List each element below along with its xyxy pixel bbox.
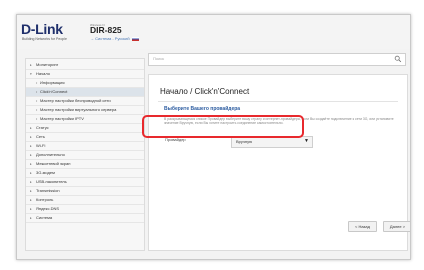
bullet-icon: • — [36, 99, 38, 103]
expand-arrow-icon: ▸ — [30, 216, 32, 220]
expand-arrow-icon: ▸ — [30, 198, 32, 202]
provider-highlight — [142, 115, 304, 138]
expand-arrow-icon: ▸ — [30, 162, 32, 166]
bullet-icon: • — [36, 90, 38, 94]
expand-arrow-icon: ▸ — [30, 153, 32, 157]
sidebar-item-click-n-connect[interactable]: • Click'n'Connect — [26, 88, 144, 97]
search-input[interactable]: Поиск — [148, 53, 406, 66]
expand-arrow-icon: ▸ — [30, 171, 32, 175]
sidebar-item-label: Мастер настройки виртуального сервера — [40, 107, 117, 112]
back-button[interactable]: < Назад — [348, 221, 377, 232]
provider-value: Вручную — [236, 139, 253, 144]
sidebar-item-label: Click'n'Connect — [40, 89, 68, 94]
expand-arrow-icon: ▸ — [30, 180, 32, 184]
sidebar-menu: ▸ Мониторинг ▾ Начало • Информация • Click'n… — [25, 58, 145, 251]
sidebar-item-transmission[interactable]: ▸ Transmission — [26, 187, 144, 196]
sidebar-item-yandex-dns[interactable]: ▸ Яндекс.DNS — [26, 205, 144, 214]
bullet-icon: • — [36, 108, 38, 112]
system-language-link[interactable]: Система - Русский — [95, 36, 130, 41]
logo-tagline: Building Networks for People — [22, 37, 67, 41]
section-title: Выберите Вашего провайдера — [164, 106, 241, 112]
title-divider — [158, 101, 398, 102]
dlink-logo: D-Link — [21, 21, 63, 37]
sidebar-item-information[interactable]: • Информация — [26, 79, 144, 88]
next-button[interactable]: Далее > — [383, 221, 410, 232]
expand-arrow-icon: ▸ — [30, 135, 32, 139]
search-placeholder: Поиск — [153, 56, 165, 61]
sidebar-item-label: Wi-Fi — [36, 143, 46, 148]
sidebar-item-label: Мастер настройки IPTV — [40, 116, 84, 121]
crumb-arrow-icon: → — [90, 36, 94, 41]
sidebar-item-label: Система — [36, 215, 53, 220]
sidebar-item-wifi[interactable]: ▸ Wi-Fi — [26, 142, 144, 151]
sidebar-item-control[interactable]: ▸ Контроль — [26, 196, 144, 205]
sidebar-item-label: Мониторинг — [36, 62, 59, 67]
search-icon[interactable] — [394, 54, 402, 64]
page-title: Начало / Click'n'Connect — [160, 87, 250, 96]
sidebar-item-monitoring[interactable]: ▸ Мониторинг — [26, 61, 144, 70]
sidebar-item-network[interactable]: ▸ Сеть — [26, 133, 144, 142]
collapse-arrow-icon: ▾ — [30, 72, 32, 76]
expand-arrow-icon: ▸ — [30, 189, 32, 193]
bullet-icon: • — [36, 117, 38, 121]
sidebar-item-usb-storage[interactable]: ▸ USB-накопитель — [26, 178, 144, 187]
sidebar-item-label: Яндекс.DNS — [36, 206, 60, 211]
sidebar-item-label: Начало — [36, 71, 50, 76]
russian-flag-icon — [131, 36, 139, 41]
sidebar-item-label: 3G-модем — [36, 170, 55, 175]
sidebar-item-start[interactable]: ▾ Начало — [26, 70, 144, 79]
sidebar-item-system[interactable]: ▸ Система — [26, 214, 144, 223]
expand-arrow-icon: ▸ — [30, 63, 32, 67]
bullet-icon: • — [36, 81, 38, 85]
sidebar-item-label: USB-накопитель — [36, 179, 67, 184]
sidebar-item-firewall[interactable]: ▸ Межсетевой экран — [26, 160, 144, 169]
header: D-Link Building Networks for People Wire… — [17, 15, 410, 49]
sidebar-item-advanced[interactable]: ▸ Дополнительно — [26, 151, 144, 160]
sidebar-item-3g-modem[interactable]: ▸ 3G-модем — [26, 169, 144, 178]
sidebar-item-label: Мастер настройки беспроводной сети — [40, 98, 111, 103]
sidebar-item-label: Transmission — [36, 188, 60, 193]
sidebar-item-label: Статус — [36, 125, 49, 130]
model-name: DIR-825 — [90, 25, 122, 35]
header-links[interactable]: → Система - Русский — [90, 36, 139, 41]
chevron-down-icon: ▼ — [304, 138, 309, 144]
sidebar-item-virtual-server-wizard[interactable]: • Мастер настройки виртуального сервера — [26, 106, 144, 115]
sidebar-item-status[interactable]: ▸ Статус — [26, 124, 144, 133]
sidebar-item-label: Сеть — [36, 134, 45, 139]
sidebar-item-wireless-wizard[interactable]: • Мастер настройки беспроводной сети — [26, 97, 144, 106]
expand-arrow-icon: ▸ — [30, 207, 32, 211]
expand-arrow-icon: ▸ — [30, 144, 32, 148]
sidebar-item-label: Информация — [40, 80, 65, 85]
expand-arrow-icon: ▸ — [30, 126, 32, 130]
sidebar-item-label: Дополнительно — [36, 152, 65, 157]
sidebar-item-label: Межсетевой экран — [36, 161, 71, 166]
sidebar-item-iptv-wizard[interactable]: • Мастер настройки IPTV — [26, 115, 144, 124]
sidebar-item-label: Контроль — [36, 197, 54, 202]
